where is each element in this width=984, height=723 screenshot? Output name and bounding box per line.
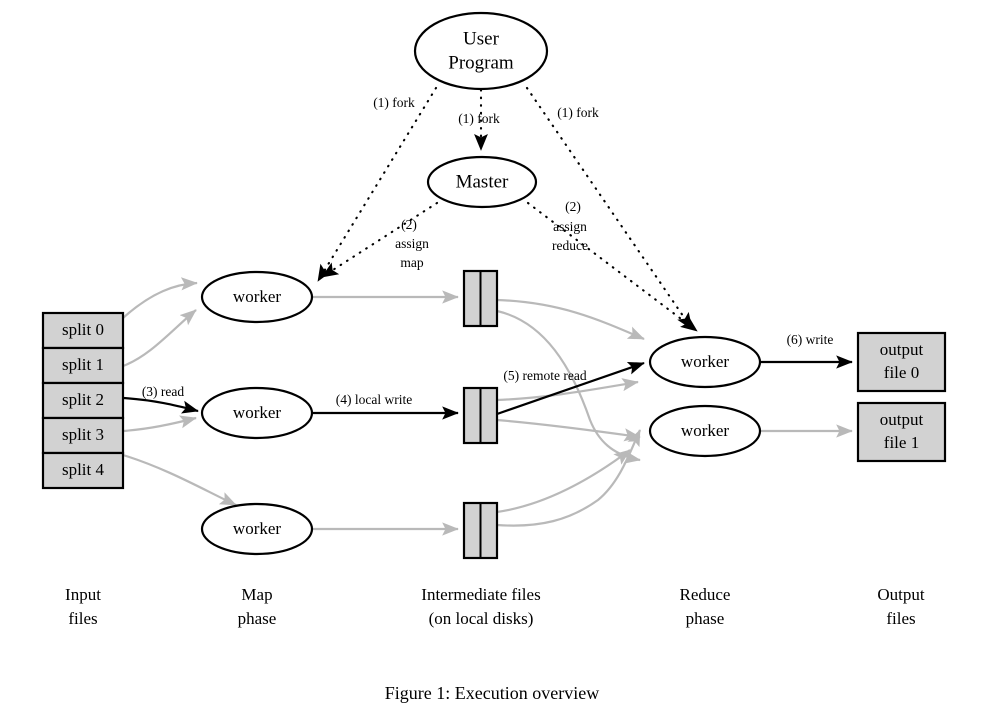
control-flows xyxy=(316,86,699,333)
edge-label-fork-right: (1) fork xyxy=(557,105,599,120)
edge-label-read: (3) read xyxy=(142,384,185,399)
output-file-0-label-line2: file 0 xyxy=(884,363,919,382)
output-file-1-label-line2: file 1 xyxy=(884,433,919,452)
flow-interm2-to-reduce1-lower xyxy=(496,418,641,442)
edge-label-assign-map-line1: (2) xyxy=(401,217,417,232)
split-label-2: split 2 xyxy=(62,390,104,409)
column-label-intermediate-line1: Intermediate files xyxy=(421,585,540,604)
column-label-input-line1: Input xyxy=(65,585,101,604)
reduce-worker-1-label: worker xyxy=(681,352,729,371)
column-label-intermediate-line2: (on local disks) xyxy=(429,609,534,628)
flow-fork-right xyxy=(525,86,694,331)
column-labels: Input files Map phase Intermediate files… xyxy=(65,585,925,628)
reduce-worker-2-label: worker xyxy=(681,421,729,440)
column-label-map-line2: phase xyxy=(238,609,277,628)
column-label-map-line1: Map xyxy=(241,585,272,604)
execution-overview-diagram: User Program Master worker worker worker… xyxy=(41,11,947,703)
edge-label-local-write: (4) local write xyxy=(336,392,412,407)
input-splits-stack[interactable]: split 0 split 1 split 2 split 3 split 4 xyxy=(41,311,125,490)
flow-split1-to-worker1 xyxy=(122,309,197,368)
edge-label-assign-reduce-line1: (2) xyxy=(565,199,581,214)
map-worker-1[interactable]: worker xyxy=(200,270,314,324)
reduce-worker-2[interactable]: worker xyxy=(648,404,762,458)
column-label-output-line1: Output xyxy=(877,585,925,604)
flow-interm3-to-reduce2 xyxy=(496,449,631,514)
flow-split4-to-worker3 xyxy=(122,453,237,506)
flow-interm3-to-reduce1 xyxy=(496,429,642,527)
column-label-reduce-line1: Reduce xyxy=(680,585,731,604)
map-worker-2-label: worker xyxy=(233,403,281,422)
split-label-1: split 1 xyxy=(62,355,104,374)
edge-label-assign-map-line3: map xyxy=(400,255,423,270)
edge-label-fork-center: (1) fork xyxy=(458,111,500,126)
edge-label-assign-map-line2: assign xyxy=(395,236,429,251)
edge-label-remote-read: (5) remote read xyxy=(503,368,586,383)
user-program-label-line1: User xyxy=(463,28,500,49)
output-file-1-label-line1: output xyxy=(880,410,924,429)
split-label-0: split 0 xyxy=(62,320,104,339)
column-label-input-line2: files xyxy=(68,609,97,628)
output-file-0[interactable]: output file 0 xyxy=(856,331,947,393)
intermediate-to-reduce-flows xyxy=(496,298,645,527)
intermediate-file-1[interactable] xyxy=(462,269,499,328)
figure-container: User Program Master worker worker worker… xyxy=(0,0,984,723)
intermediate-file-2[interactable] xyxy=(462,386,499,445)
output-file-0-label-line1: output xyxy=(880,340,924,359)
map-worker-1-label: worker xyxy=(233,287,281,306)
flow-split0-to-worker1 xyxy=(122,277,198,319)
reduce-worker-1[interactable]: worker xyxy=(648,335,762,389)
split-label-3: split 3 xyxy=(62,425,104,444)
master-label: Master xyxy=(456,171,509,192)
edge-label-fork-left: (1) fork xyxy=(373,95,415,110)
output-file-1[interactable]: output file 1 xyxy=(856,401,947,463)
edge-label-assign-reduce-line3: reduce xyxy=(552,238,588,253)
flow-split3-to-worker2 xyxy=(122,415,197,433)
user-program-node[interactable]: User Program xyxy=(413,11,549,91)
master-node[interactable]: Master xyxy=(426,155,538,209)
user-program-label-line2: Program xyxy=(448,52,514,73)
map-worker-2[interactable]: worker xyxy=(200,386,314,440)
split-label-4: split 4 xyxy=(62,460,105,479)
flow-interm2-to-reduce1b xyxy=(496,378,639,402)
edge-label-assign-reduce-line2: assign xyxy=(553,219,587,234)
map-worker-3[interactable]: worker xyxy=(200,502,314,556)
edge-label-write: (6) write xyxy=(787,332,834,347)
figure-caption: Figure 1: Execution overview xyxy=(385,683,599,703)
column-label-reduce-line2: phase xyxy=(686,609,725,628)
column-label-output-line2: files xyxy=(886,609,915,628)
user-program-ellipse[interactable] xyxy=(413,11,549,91)
map-worker-3-label: worker xyxy=(233,519,281,538)
intermediate-file-3[interactable] xyxy=(462,501,499,560)
flow-fork-left xyxy=(316,86,438,283)
flow-read-split2-to-worker2 xyxy=(122,396,199,414)
